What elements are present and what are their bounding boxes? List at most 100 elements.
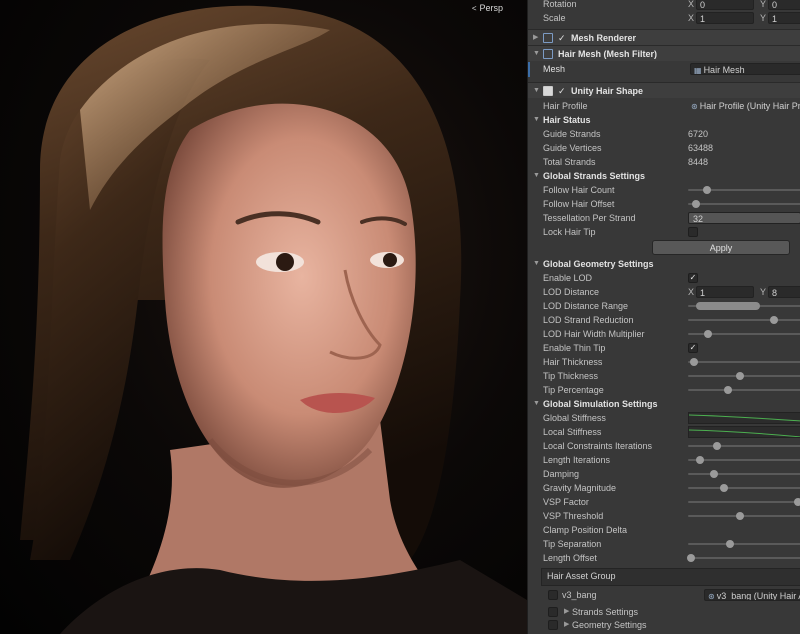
lod-width-slider[interactable] (688, 327, 800, 341)
rotation-y-field[interactable]: Y0 (760, 0, 800, 11)
slider-track[interactable] (688, 473, 800, 475)
asset-strands-settings-row[interactable]: ▶ Strands Settings (528, 605, 800, 619)
rotation-x-value[interactable]: 0 (696, 0, 754, 10)
slider-knob[interactable] (793, 498, 800, 506)
slider-track[interactable] (688, 375, 800, 377)
apply-button[interactable]: Apply (652, 240, 790, 255)
collapse-arrow-icon[interactable]: ▼ (533, 257, 540, 271)
enable-lod-checkbox[interactable]: ✓ (688, 273, 698, 283)
lod-range-slider[interactable] (688, 299, 800, 313)
scene-view[interactable]: < Persp (0, 0, 527, 634)
rotation-y-value[interactable]: 0 (768, 0, 800, 10)
slider-knob[interactable] (696, 456, 705, 464)
mesh-object-field[interactable]: ▦ Hair Mesh (690, 63, 800, 75)
collapse-arrow-icon[interactable]: ▼ (533, 113, 540, 127)
tip-percentage-slider[interactable] (688, 383, 800, 397)
slider-track[interactable] (688, 487, 800, 489)
local-stiffness-curve[interactable] (688, 426, 800, 438)
vsp-threshold-slider[interactable] (688, 509, 800, 523)
slider-track[interactable] (688, 319, 800, 321)
collapse-arrow-icon[interactable]: ▼ (533, 83, 540, 99)
slider-knob[interactable] (703, 186, 712, 194)
slider-track[interactable] (688, 501, 800, 503)
follow-count-slider[interactable] (688, 183, 800, 197)
collapse-arrow-icon[interactable]: ▼ (533, 46, 540, 62)
asset-checkbox[interactable] (548, 607, 558, 617)
hair-shape-header[interactable]: ▼ ✓ Unity Hair Shape (528, 82, 800, 98)
vsp-factor-label: VSP Factor (543, 497, 589, 507)
slider-knob[interactable] (691, 200, 700, 208)
rotation-x-field[interactable]: X0 (688, 0, 754, 11)
slider-knob[interactable] (689, 358, 698, 366)
slider-knob[interactable] (735, 372, 744, 380)
stiffness-curve-graph (689, 429, 800, 437)
tip-separation-row: Tip Separation (528, 537, 800, 551)
local-constraints-slider[interactable] (688, 439, 800, 453)
lod-distance-x-field[interactable]: X1 (688, 285, 754, 299)
length-iterations-row: Length Iterations (528, 453, 800, 467)
mesh-filter-header[interactable]: ▼ Hair Mesh (Mesh Filter) (528, 45, 800, 61)
tip-separation-slider[interactable] (688, 537, 800, 551)
slider-track[interactable] (688, 389, 800, 391)
gravity-row: Gravity Magnitude (528, 481, 800, 495)
expand-arrow-icon[interactable]: ▶ (564, 605, 569, 619)
expand-arrow-icon[interactable]: ▶ (564, 618, 569, 632)
lock-tip-checkbox[interactable] (688, 227, 698, 237)
lod-distance-y-value[interactable]: 8 (768, 286, 800, 298)
scene-view-mode[interactable]: < Persp (472, 3, 503, 13)
tessellation-field[interactable]: 32 (688, 212, 800, 224)
asset-checkbox[interactable] (548, 620, 558, 630)
scale-x-field[interactable]: X1 (688, 11, 754, 25)
enabled-checkbox[interactable]: ✓ (558, 83, 566, 99)
range-handle[interactable] (696, 302, 760, 310)
asset-geometry-settings-row[interactable]: ▶ Geometry Settings (528, 618, 800, 632)
slider-knob[interactable] (769, 316, 778, 324)
follow-offset-slider[interactable] (688, 197, 800, 211)
slider-knob[interactable] (709, 470, 718, 478)
damping-slider[interactable] (688, 467, 800, 481)
apply-row: Apply (528, 239, 800, 257)
slider-track[interactable] (688, 445, 800, 447)
slider-knob[interactable] (735, 512, 744, 520)
scale-x-value[interactable]: 1 (696, 12, 754, 24)
hair-status-section[interactable]: ▼ Hair Status (528, 113, 800, 127)
slider-track[interactable] (688, 203, 800, 205)
slider-knob[interactable] (713, 442, 722, 450)
lod-width-label: LOD Hair Width Multiplier (543, 329, 645, 339)
hair-profile-field[interactable]: ⊛ Hair Profile (Unity Hair Pro (688, 100, 800, 112)
length-iterations-slider[interactable] (688, 453, 800, 467)
mesh-renderer-header[interactable]: ▶ ✓ Mesh Renderer (528, 29, 800, 45)
length-offset-slider[interactable] (687, 551, 800, 565)
thickness-slider[interactable] (688, 355, 800, 369)
expand-arrow-icon[interactable]: ▶ (533, 30, 538, 46)
slider-track[interactable] (688, 557, 800, 559)
tip-thickness-slider[interactable] (688, 369, 800, 383)
slider-knob[interactable] (704, 330, 713, 338)
hair-asset-group-header[interactable]: Hair Asset Group (541, 568, 800, 586)
asset-checkbox[interactable] (548, 590, 558, 600)
slider-track[interactable] (688, 459, 800, 461)
lod-distance-y-field[interactable]: Y8 (760, 285, 800, 299)
scale-y-field[interactable]: Y1 (760, 11, 800, 25)
slider-knob[interactable] (720, 484, 729, 492)
collapse-arrow-icon[interactable]: ▼ (533, 397, 540, 411)
slider-track[interactable] (688, 515, 800, 517)
slider-track[interactable] (688, 543, 800, 545)
gravity-slider[interactable] (688, 481, 800, 495)
global-stiffness-curve[interactable] (688, 412, 800, 424)
strands-settings-section[interactable]: ▼ Global Strands Settings (528, 169, 800, 183)
lod-distance-x-value[interactable]: 1 (696, 286, 754, 298)
asset-object-field[interactable]: ⊛ v3_bang (Unity Hair A (704, 589, 800, 601)
scale-y-value[interactable]: 1 (768, 12, 800, 24)
thin-tip-checkbox[interactable]: ✓ (688, 343, 698, 353)
lod-reduction-slider[interactable] (688, 313, 800, 327)
slider-knob[interactable] (725, 540, 734, 548)
slider-knob[interactable] (723, 386, 732, 394)
slider-knob[interactable] (687, 554, 696, 562)
enabled-checkbox[interactable]: ✓ (558, 30, 566, 46)
simulation-settings-section[interactable]: ▼ Global Simulation Settings (528, 397, 800, 411)
slider-track[interactable] (688, 361, 800, 363)
collapse-arrow-icon[interactable]: ▼ (533, 169, 540, 183)
geometry-settings-section[interactable]: ▼ Global Geometry Settings (528, 257, 800, 271)
vsp-factor-slider[interactable] (688, 495, 800, 509)
